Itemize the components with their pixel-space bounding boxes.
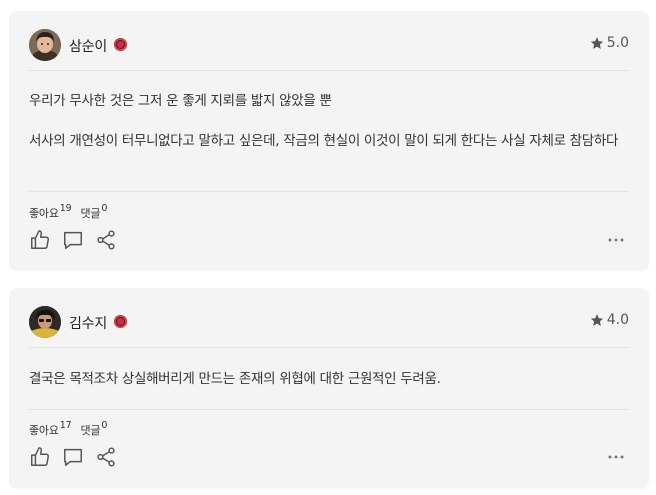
share-button[interactable] [95,229,117,251]
rating-value: 5.0 [606,35,629,51]
thumbs-up-icon [31,230,49,249]
review-paragraph: 우리가 무사한 것은 그저 운 좋게 지뢰를 밟지 않았을 뿐 [29,93,332,109]
share-icon [97,447,115,467]
rating: 4.0 [590,312,629,328]
thumbs-up-icon [31,447,49,466]
review-header: 김수지 4.0 [29,304,629,340]
divider [29,70,629,71]
comments-count: 0 [101,203,108,214]
author-name[interactable]: 김수지 [69,313,107,333]
avatar[interactable] [29,306,61,338]
more-horizontal-icon [608,455,624,459]
more-button[interactable] [607,231,625,249]
likes-label: 좋아요 [29,424,59,437]
rating: 5.0 [590,35,629,51]
likes-count: 17 [59,420,72,431]
comment-icon [64,448,82,466]
author-name[interactable]: 삼순이 [69,36,107,56]
share-button[interactable] [95,446,117,468]
star-icon [590,37,603,49]
comment-button[interactable] [62,446,84,468]
comments-label: 댓글 [80,207,101,220]
review-actions [29,446,117,468]
likes-stat: 좋아요17 [29,420,72,438]
comments-stat: 댓글0 [80,420,108,438]
share-icon [97,230,115,250]
like-button[interactable] [29,229,51,251]
more-button[interactable] [607,448,625,466]
rating-value: 4.0 [606,312,629,328]
more-horizontal-icon [608,238,624,242]
review-text[interactable]: 결국은 목적조차 상실해버리게 만드는 존재의 위협에 대한 근원적인 두려움. [29,369,629,389]
divider [29,409,629,410]
avatar[interactable] [29,29,61,61]
watcha-badge-icon [114,38,127,51]
likes-count: 19 [59,203,72,214]
likes-label: 좋아요 [29,207,59,220]
review-stats: 좋아요19 댓글0 [29,203,108,221]
divider [29,191,629,192]
review-text[interactable]: 우리가 무사한 것은 그저 운 좋게 지뢰를 밟지 않았을 뿐 서사의 개연성이… [29,91,629,151]
comments-label: 댓글 [80,424,101,437]
comments-stat: 댓글0 [80,203,108,221]
review-paragraph: 서사의 개연성이 터무니없다고 말하고 싶은데, 작금의 현실이 이것이 말이 … [29,133,619,149]
comment-button[interactable] [62,229,84,251]
review-header: 삼순이 5.0 [29,27,629,63]
review-card: 삼순이 5.0 우리가 무사한 것은 그저 운 좋게 지뢰를 밟지 않았을 뿐 … [9,11,649,271]
divider [29,347,629,348]
review-card: 김수지 4.0 결국은 목적조차 상실해버리게 만드는 존재의 위협에 대한 근… [9,288,649,489]
comment-icon [64,231,82,249]
like-button[interactable] [29,446,51,468]
watcha-badge-icon [114,315,127,328]
likes-stat: 좋아요19 [29,203,72,221]
star-icon [590,314,603,326]
review-paragraph: 결국은 목적조차 상실해버리게 만드는 존재의 위협에 대한 근원적인 두려움. [29,371,441,387]
review-stats: 좋아요17 댓글0 [29,420,108,438]
comments-count: 0 [101,420,108,431]
review-actions [29,229,117,251]
